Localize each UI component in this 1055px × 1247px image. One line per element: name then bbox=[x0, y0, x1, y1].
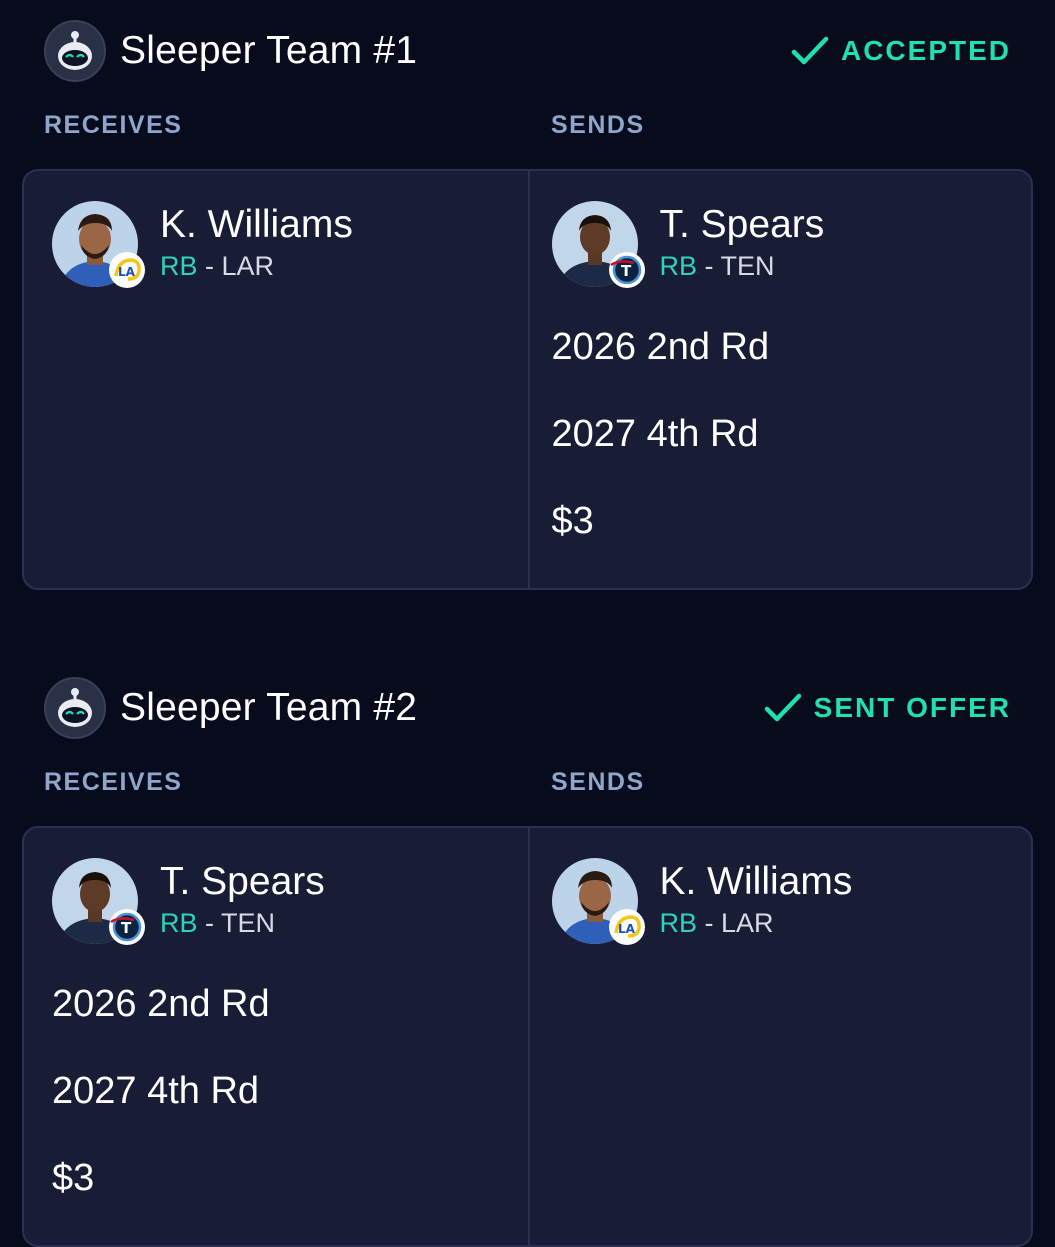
team-header[interactable]: Sleeper Team #2 bbox=[44, 676, 417, 740]
player-meta: RB - TEN bbox=[660, 251, 825, 281]
player-row[interactable]: LA K. Williams RB - LAR bbox=[551, 858, 1032, 946]
player-name: T. Spears bbox=[659, 203, 825, 246]
player-name: K. Williams bbox=[659, 860, 853, 903]
rams-logo-icon: LA bbox=[608, 909, 645, 945]
draft-pick: 2026 2nd Rd bbox=[551, 326, 770, 368]
meta-separator: - bbox=[697, 908, 722, 938]
receives-column: T T. Spears RB - TEN 2026 2nd Rd 2027 4t… bbox=[24, 828, 528, 1245]
faab-amount: $3 bbox=[551, 500, 594, 542]
status-text: ACCEPTED bbox=[840, 35, 1011, 66]
meta-separator: - bbox=[197, 908, 222, 938]
svg-text:T: T bbox=[621, 262, 632, 280]
player-row[interactable]: T T. Spears RB - TEN bbox=[52, 858, 528, 946]
player-position: RB bbox=[659, 251, 698, 281]
trade-card: LA K. Williams RB - LAR T T. Spears RB -… bbox=[22, 169, 1033, 590]
meta-separator: - bbox=[197, 251, 222, 281]
checkmark-icon bbox=[764, 693, 801, 722]
team-name: Sleeper Team #2 bbox=[120, 686, 418, 729]
player-meta: RB - LAR bbox=[160, 251, 353, 281]
player-meta: RB - LAR bbox=[660, 908, 853, 938]
status-text: SENT OFFER bbox=[813, 692, 1011, 723]
player-name: T. Spears bbox=[160, 860, 325, 903]
sends-label: SENDS bbox=[551, 111, 645, 139]
status-badge: SENT OFFER bbox=[764, 676, 1011, 740]
player-position: RB bbox=[659, 908, 698, 938]
titans-logo-icon: T bbox=[608, 252, 645, 288]
player-position: RB bbox=[160, 908, 198, 938]
player-name: K. Williams bbox=[160, 203, 353, 246]
robot-avatar-icon bbox=[44, 20, 106, 82]
receives-label: RECEIVES bbox=[44, 111, 183, 139]
svg-text:LA: LA bbox=[618, 922, 636, 936]
player-row[interactable]: T T. Spears RB - TEN bbox=[551, 201, 1032, 289]
svg-text:LA: LA bbox=[118, 265, 136, 279]
player-team: TEN bbox=[720, 251, 775, 281]
player-team: LAR bbox=[221, 251, 275, 281]
titans-logo-icon: T bbox=[109, 909, 145, 945]
sends-column: LA K. Williams RB - LAR bbox=[527, 828, 1032, 1245]
picks-list: 2026 2nd Rd 2027 4th Rd $3 bbox=[52, 960, 528, 1221]
player-team: LAR bbox=[721, 908, 774, 938]
player-team: TEN bbox=[221, 908, 276, 938]
draft-pick: 2027 4th Rd bbox=[551, 413, 759, 455]
player-row[interactable]: LA K. Williams RB - LAR bbox=[52, 201, 528, 289]
faab-amount: $3 bbox=[52, 1157, 95, 1199]
team-name: Sleeper Team #1 bbox=[120, 29, 418, 72]
draft-pick: 2027 4th Rd bbox=[52, 1070, 260, 1112]
sends-column: T T. Spears RB - TEN 2026 2nd Rd 2027 4t… bbox=[527, 171, 1032, 588]
receives-label: RECEIVES bbox=[44, 768, 183, 796]
player-position: RB bbox=[160, 251, 198, 281]
rams-logo-icon: LA bbox=[109, 252, 145, 288]
robot-avatar-icon bbox=[44, 677, 106, 739]
picks-list: 2026 2nd Rd 2027 4th Rd $3 bbox=[552, 303, 1032, 564]
svg-text:T: T bbox=[121, 919, 132, 937]
checkmark-icon bbox=[791, 36, 829, 65]
trade-card: T T. Spears RB - TEN 2026 2nd Rd 2027 4t… bbox=[22, 826, 1033, 1247]
team-header[interactable]: Sleeper Team #1 bbox=[44, 19, 417, 83]
sends-label: SENDS bbox=[551, 768, 645, 796]
meta-separator: - bbox=[697, 251, 721, 281]
status-badge: ACCEPTED bbox=[791, 19, 1011, 83]
player-meta: RB - TEN bbox=[160, 908, 325, 938]
draft-pick: 2026 2nd Rd bbox=[52, 983, 270, 1025]
receives-column: LA K. Williams RB - LAR bbox=[24, 171, 528, 588]
